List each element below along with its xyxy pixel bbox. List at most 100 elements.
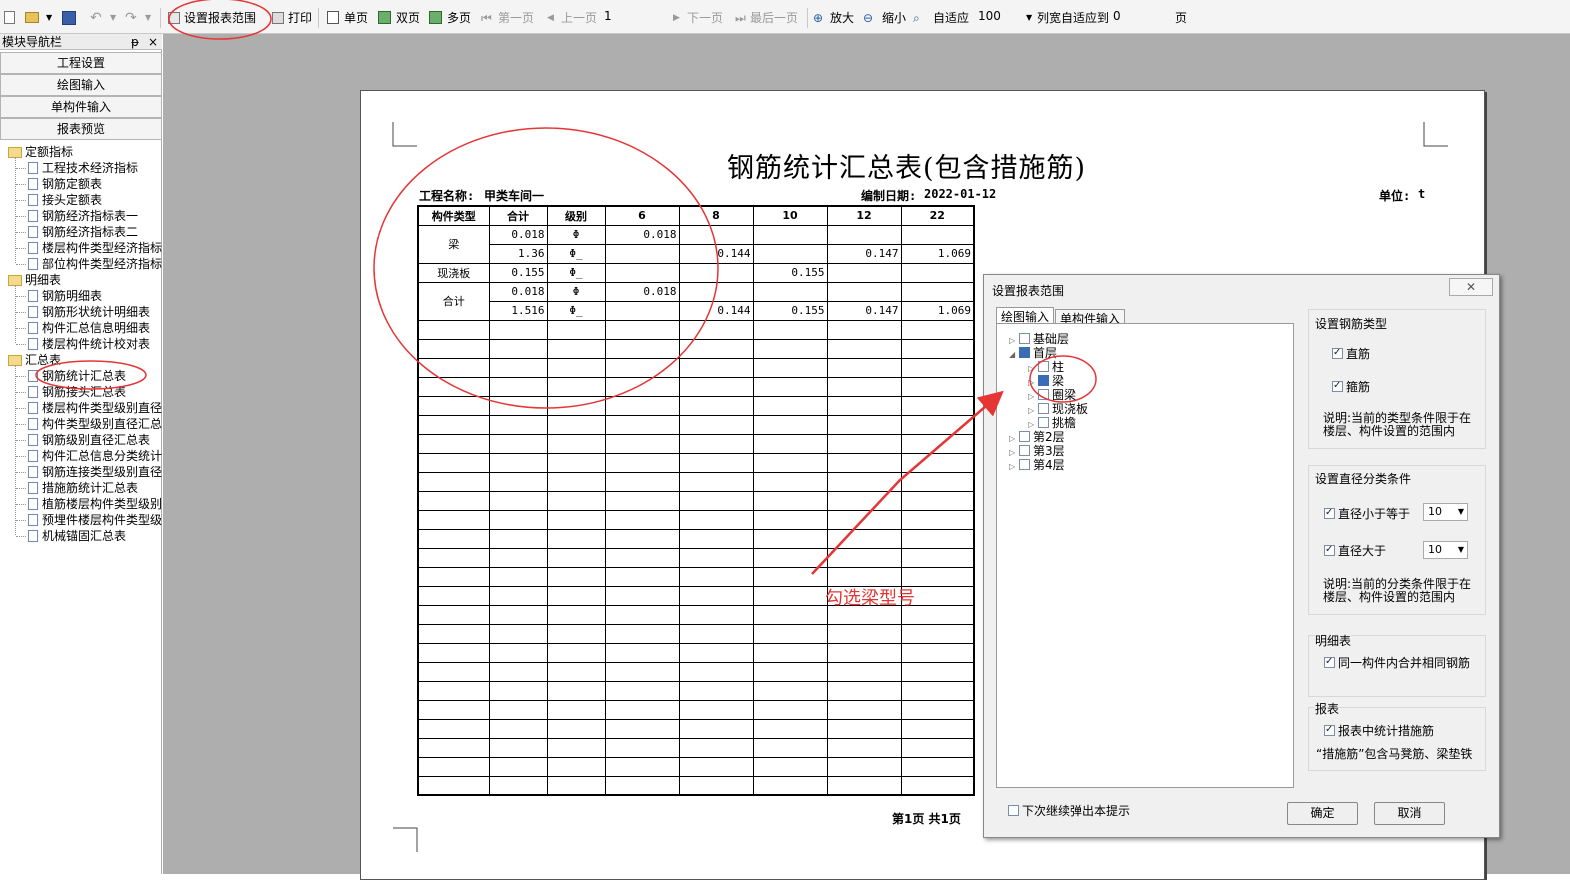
diameter-gt-check-icon[interactable]: [1324, 543, 1335, 557]
diameter-le-check-icon[interactable]: [1324, 506, 1335, 520]
tree-group[interactable]: 定额指标: [8, 144, 73, 160]
tree-node[interactable]: ▷ 现浇板: [1028, 402, 1088, 416]
fit-button[interactable]: 自适应: [933, 8, 969, 28]
first-page-button[interactable]: 第一页: [498, 8, 534, 28]
undo-icon[interactable]: ↶: [90, 8, 102, 28]
close-icon[interactable]: ×: [148, 34, 158, 50]
expand-icon[interactable]: ▷: [1009, 460, 1017, 474]
dialog-close-button[interactable]: ✕: [1449, 278, 1493, 296]
tree-node-checkbox[interactable]: [1019, 333, 1030, 344]
collapse-icon[interactable]: ◢: [1009, 348, 1017, 362]
tree-node[interactable]: ▷ 基础层: [1009, 332, 1069, 346]
tree-item[interactable]: 措施筋统计汇总表: [28, 480, 138, 496]
redo-icon[interactable]: ↷: [125, 8, 137, 28]
undo-dropdown-icon[interactable]: ▼: [110, 8, 116, 28]
empty-cell: [900, 718, 975, 739]
zoom-out-button[interactable]: 缩小: [882, 8, 906, 28]
report-range-button[interactable]: 设置报表范围: [184, 8, 256, 28]
tree-item[interactable]: 钢筋经济指标表一: [28, 208, 138, 224]
diameter-le-checkbox[interactable]: 直径小于等于: [1324, 506, 1410, 521]
tree-node[interactable]: ▷ 第2层: [1009, 430, 1065, 444]
dont-show-checkbox[interactable]: 下次继续弹出本提示: [1008, 804, 1130, 818]
tree-item[interactable]: 钢筋级别直径汇总表: [28, 432, 150, 448]
measures-checkbox[interactable]: 报表中统计措施筋: [1324, 723, 1434, 738]
tree-node-checkbox[interactable]: [1019, 431, 1030, 442]
measures-check-icon[interactable]: [1324, 723, 1335, 737]
tree-item[interactable]: 楼层构件类型经济指标: [28, 240, 162, 256]
tree-item[interactable]: 钢筋接头汇总表: [28, 384, 126, 400]
tree-item-label: 楼层构件统计校对表: [42, 337, 151, 351]
tree-item[interactable]: 构件汇总信息明细表: [28, 320, 150, 336]
tree-item[interactable]: 预埋件楼层构件类型级: [28, 512, 162, 528]
tree-node-checkbox[interactable]: [1019, 445, 1030, 456]
tree-node[interactable]: ▷ 第3层: [1009, 444, 1065, 458]
open-dropdown-icon[interactable]: ▼: [46, 8, 52, 28]
merge-rebar-checkbox[interactable]: 同一构件内合并相同钢筋: [1324, 655, 1470, 670]
tree-item[interactable]: 部位构件类型经济指标: [28, 256, 162, 272]
cancel-button[interactable]: 取消: [1374, 802, 1445, 825]
stirrup-checkbox[interactable]: 箍筋: [1332, 379, 1370, 394]
tree-item[interactable]: 钢筋统计汇总表: [28, 368, 126, 384]
nav-report-preview[interactable]: 报表预览: [0, 118, 162, 140]
tree-item[interactable]: 工程技术经济指标: [28, 160, 138, 176]
zoom-dropdown-icon[interactable]: ▼: [1026, 8, 1032, 28]
tree-node-checkbox[interactable]: [1019, 347, 1030, 358]
page-number-input[interactable]: 1: [601, 8, 661, 27]
tree-node-checkbox[interactable]: [1038, 375, 1049, 386]
tree-node-checkbox[interactable]: [1038, 403, 1049, 414]
nav-single-component-input[interactable]: 单构件输入: [0, 96, 162, 118]
tree-node-checkbox[interactable]: [1038, 389, 1049, 400]
straight-check-icon[interactable]: [1332, 346, 1343, 360]
tree-item[interactable]: 机械锚固汇总表: [28, 528, 126, 544]
tree-item[interactable]: 植筋楼层构件类型级别: [28, 496, 162, 512]
empty-row: [417, 509, 975, 530]
tree-item[interactable]: 钢筋明细表: [28, 288, 102, 304]
tree-node-checkbox[interactable]: [1038, 361, 1049, 372]
ok-button[interactable]: 确定: [1287, 802, 1358, 825]
diameter-le-select[interactable]: 10: [1423, 503, 1468, 521]
pin-icon[interactable]: ᵽ: [131, 34, 139, 50]
zoom-in-button[interactable]: 放大: [830, 8, 854, 28]
tree-item[interactable]: 钢筋定额表: [28, 176, 102, 192]
diameter-gt-checkbox[interactable]: 直径大于: [1324, 543, 1386, 558]
nav-project-settings[interactable]: 工程设置: [0, 52, 162, 74]
prev-page-button[interactable]: 上一页: [561, 8, 597, 28]
redo-dropdown-icon[interactable]: ▼: [145, 8, 151, 28]
straight-checkbox[interactable]: 直筋: [1332, 346, 1370, 361]
tree-node-checkbox[interactable]: [1019, 459, 1030, 470]
col-fit-input[interactable]: 0: [1110, 8, 1172, 27]
tree-item[interactable]: 构件汇总信息分类统计: [28, 448, 162, 464]
tree-item[interactable]: 钢筋形状统计明细表: [28, 304, 150, 320]
merge-rebar-check-icon[interactable]: [1324, 655, 1335, 669]
new-file-icon[interactable]: [4, 11, 15, 24]
tree-item[interactable]: 接头定额表: [28, 192, 102, 208]
tree-node[interactable]: ▷ 圈梁: [1028, 388, 1076, 402]
tree-node[interactable]: ▷ 梁: [1028, 374, 1064, 388]
diameter-gt-select[interactable]: 10: [1423, 541, 1468, 559]
print-button[interactable]: 打印: [288, 8, 312, 28]
tree-item[interactable]: 钢筋连接类型级别直径: [28, 464, 162, 480]
single-page-button[interactable]: 单页: [344, 8, 368, 28]
tree-item[interactable]: 楼层构件统计校对表: [28, 336, 150, 352]
empty-cell: [417, 338, 490, 359]
value-cell: 0.147: [826, 300, 902, 321]
tree-node[interactable]: ▷ 第4层: [1009, 458, 1065, 472]
tree-node[interactable]: ▷ 柱: [1028, 360, 1064, 374]
tree-node[interactable]: ▷ 挑檐: [1028, 416, 1076, 430]
stirrup-check-icon[interactable]: [1332, 379, 1343, 393]
open-folder-icon[interactable]: [25, 12, 39, 23]
tree-item-label: 楼层构件类型级别直径: [42, 401, 162, 415]
double-page-button[interactable]: 双页: [396, 8, 420, 28]
tree-node-checkbox[interactable]: [1038, 417, 1049, 428]
dont-show-check-icon[interactable]: [1008, 805, 1019, 816]
save-icon[interactable]: [62, 11, 76, 25]
tree-item[interactable]: 楼层构件类型级别直径: [28, 400, 162, 416]
nav-drawing-input[interactable]: 绘图输入: [0, 74, 162, 96]
tree-node[interactable]: ◢ 首层: [1009, 346, 1057, 360]
empty-row: [417, 737, 975, 758]
multi-page-button[interactable]: 多页: [447, 8, 471, 28]
last-page-button[interactable]: 最后一页: [750, 8, 798, 28]
tree-item[interactable]: 钢筋经济指标表二: [28, 224, 138, 240]
tree-item[interactable]: 构件类型级别直径汇总: [28, 416, 162, 432]
next-page-button[interactable]: 下一页: [687, 8, 723, 28]
